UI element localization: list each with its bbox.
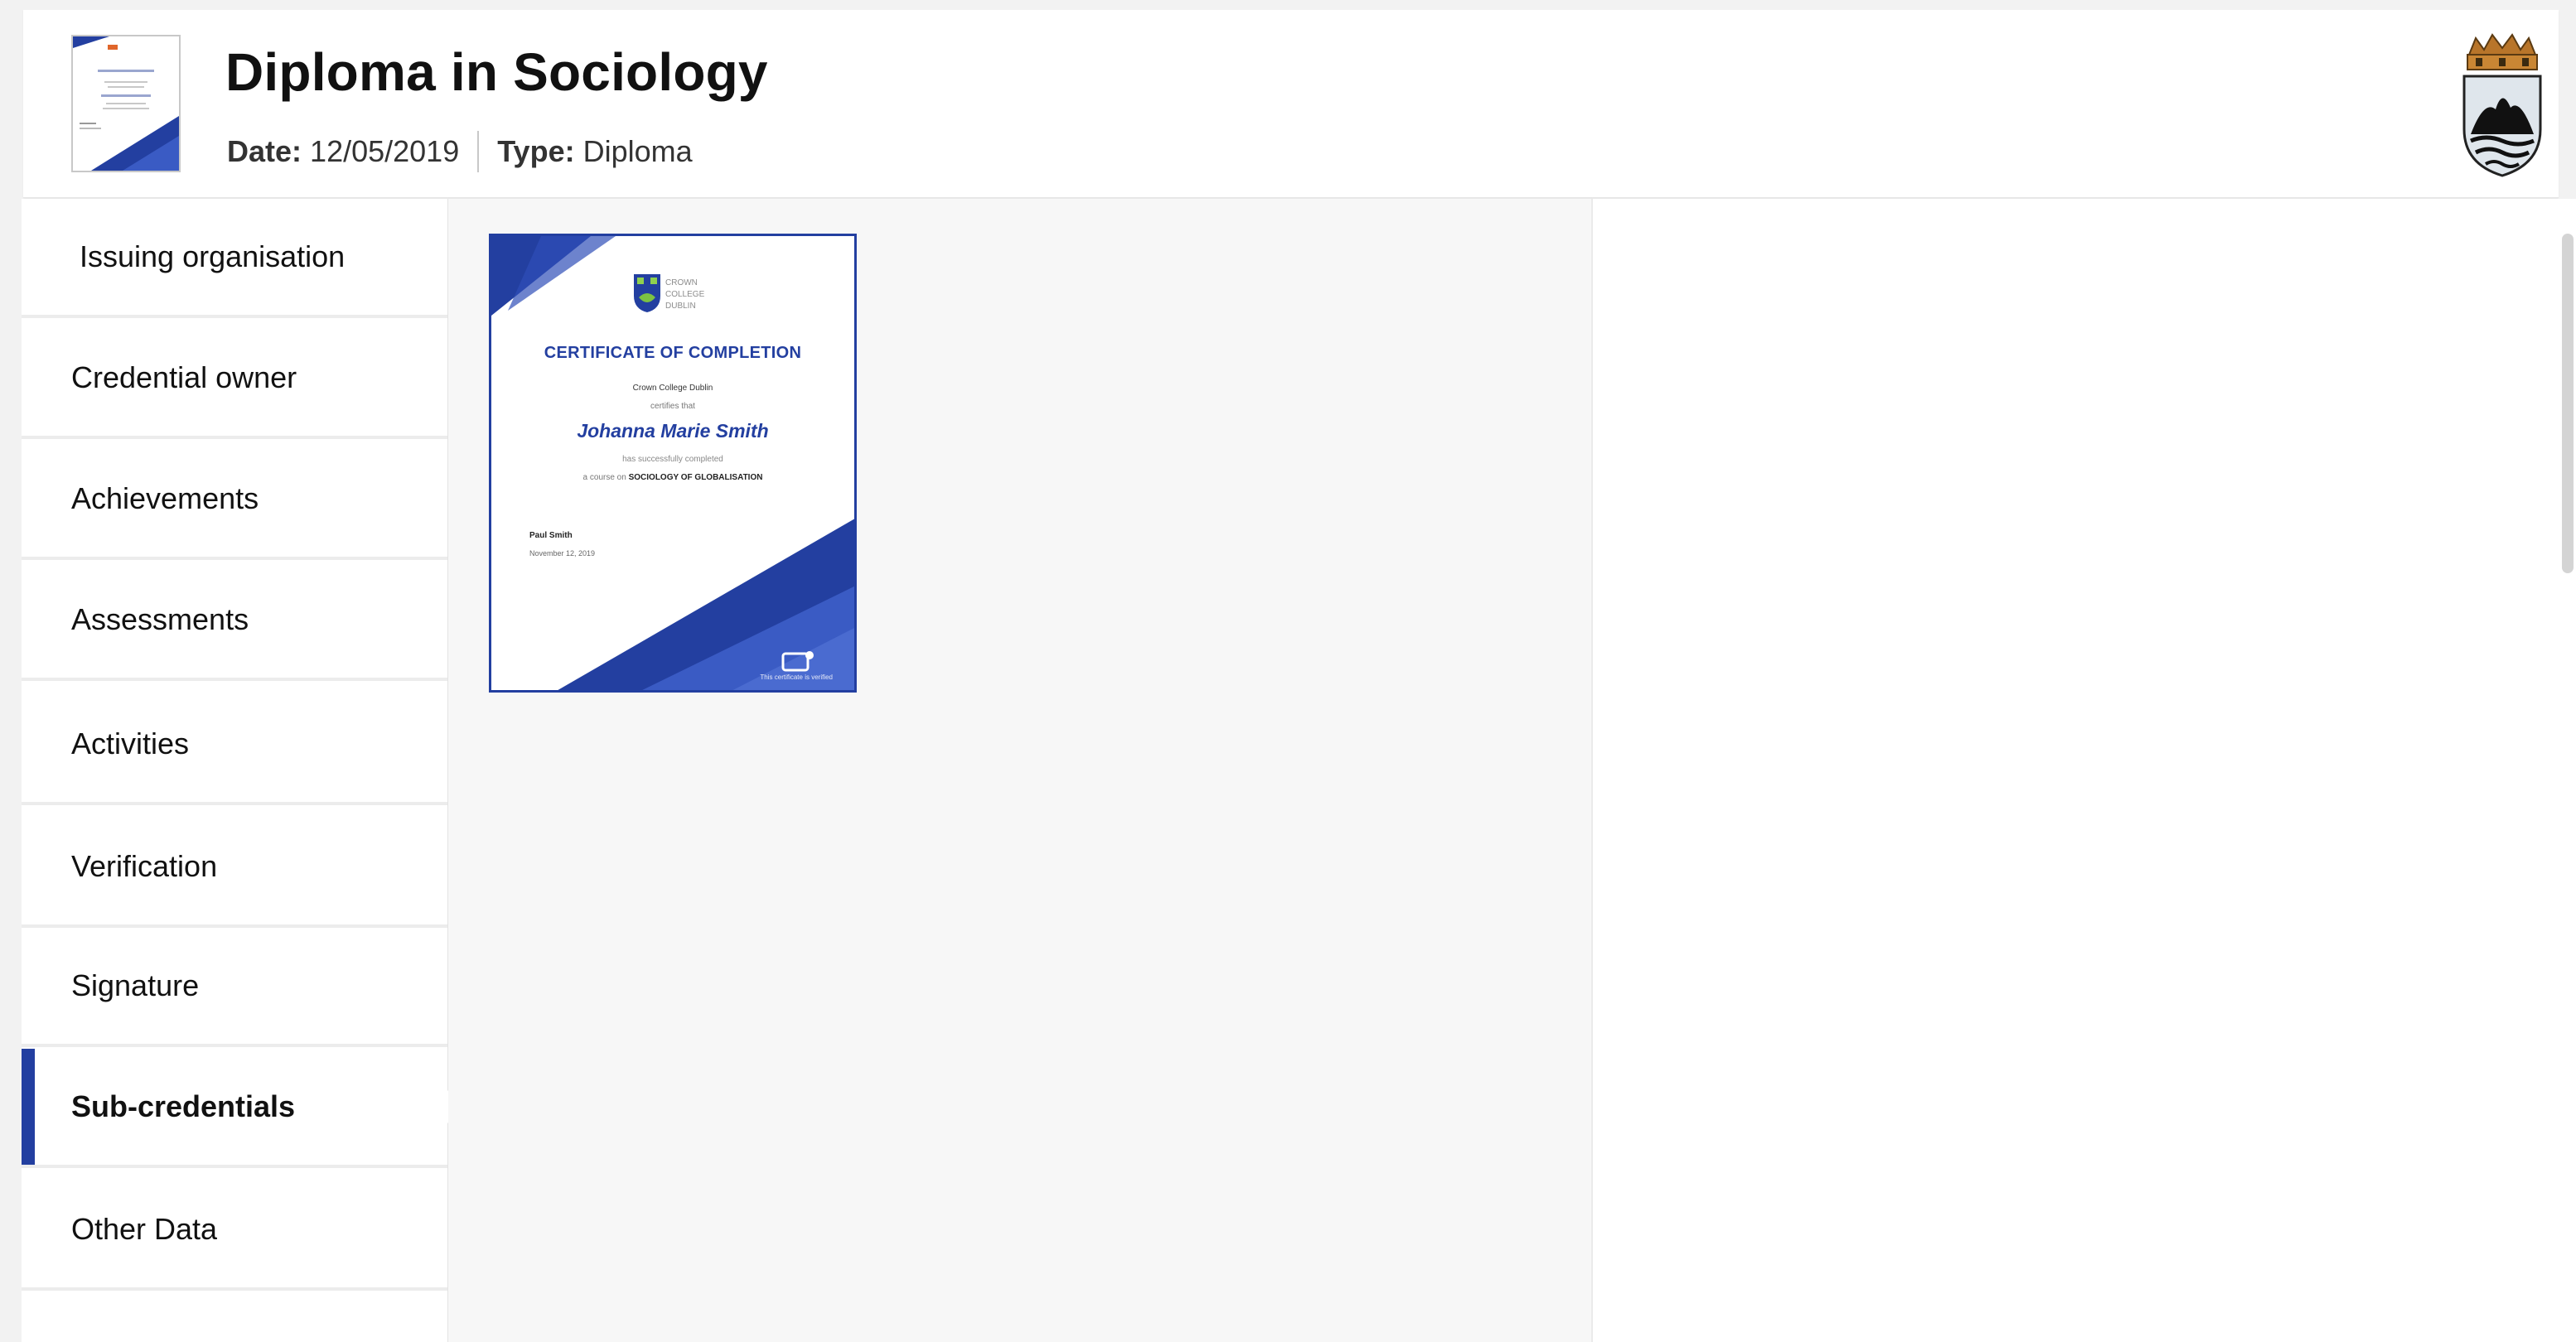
certificate-recipient: Johanna Marie Smith [577, 420, 769, 442]
credential-meta: Date: 12/05/2019 Type: Diploma [227, 131, 693, 172]
certificate-thumbnail[interactable] [71, 35, 181, 172]
date-value: 12/05/2019 [310, 134, 460, 168]
credential-header: Diploma in Sociology Date: 12/05/2019 Ty… [23, 10, 2559, 198]
scrollbar-thumb[interactable] [2562, 234, 2574, 573]
sidebar-item-verification[interactable]: Verification [22, 809, 447, 928]
sidebar-item-achievements[interactable]: Achievements [22, 441, 447, 560]
sidebar-item-sub-credentials[interactable]: Sub-credentials [22, 1049, 464, 1168]
sidebar-item-credential-owner[interactable]: Credential owner [22, 320, 447, 439]
meta-divider [477, 131, 480, 172]
sub-credential-certificate-card[interactable]: CROWN COLLEGE DUBLIN CERTIFICATE OF COMP… [489, 234, 857, 693]
sidebar-item-label: Activities [71, 727, 190, 760]
sidebar-item-label: Sub-credentials [71, 1089, 296, 1123]
verified-badge-icon [781, 651, 814, 672]
certificate-completed: has successfully completed [622, 455, 723, 464]
sidebar-item-signature[interactable]: Signature [22, 928, 447, 1047]
certificate-heading: CERTIFICATE OF COMPLETION [544, 344, 802, 362]
sidebar-item-label: Verification [71, 849, 218, 883]
college-name: CROWN COLLEGE DUBLIN [665, 278, 705, 311]
certificate-course: a course on SOCIOLOGY OF GLOBALISATION [582, 473, 763, 482]
type-value: Diploma [582, 134, 693, 168]
sidebar-item-issuing-organisation[interactable]: Issuing organisation [22, 199, 447, 318]
college-shield-icon [634, 274, 660, 312]
certificate-verified-note: This certificate is verified [760, 673, 833, 681]
section-sidebar: Issuing organisation Credential owner Ac… [22, 199, 464, 1342]
sidebar-item-label: Assessments [71, 602, 249, 636]
sidebar-item-activities[interactable]: Activities [22, 686, 447, 805]
date-label: Date: [227, 134, 302, 168]
sidebar-item-label: Issuing organisation [80, 239, 346, 273]
certificate-date: November 12, 2019 [529, 549, 596, 558]
sidebar-item-label: Credential owner [71, 360, 297, 394]
type-label: Type: [497, 134, 575, 168]
certificate-signer: Paul Smith [529, 531, 573, 540]
active-indicator [22, 1049, 35, 1165]
page-title: Diploma in Sociology [225, 42, 768, 102]
sidebar-item-label: Signature [71, 968, 200, 1002]
certificate-certifies: certifies that [650, 402, 695, 411]
sidebar-item-label: Achievements [71, 481, 259, 515]
coat-of-arms-icon [2462, 33, 2542, 177]
sidebar-item-label: Other Data [71, 1212, 218, 1246]
sidebar-item-assessments[interactable]: Assessments [22, 562, 447, 681]
sidebar-item-other-data[interactable]: Other Data [22, 1171, 447, 1291]
detail-panel [1592, 199, 2576, 1342]
thumbnail-art-icon [73, 36, 179, 171]
certificate-issuer: Crown College Dublin [632, 384, 713, 393]
